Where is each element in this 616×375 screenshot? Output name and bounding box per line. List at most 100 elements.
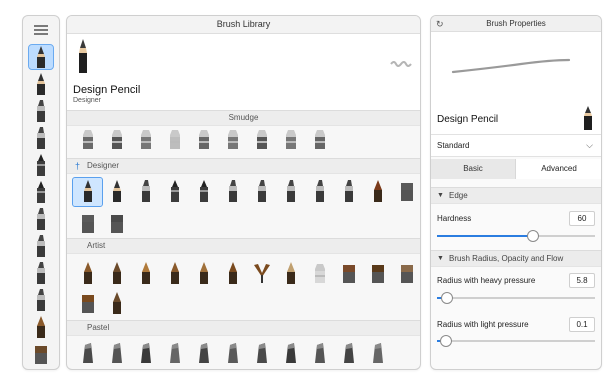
- brush-tile[interactable]: [160, 178, 189, 206]
- brush-tile[interactable]: [160, 126, 189, 154]
- section-header-pastel[interactable]: Pastel: [67, 320, 420, 336]
- brush-icon: [256, 180, 268, 204]
- section-label: Artist: [87, 241, 106, 250]
- brush-tile[interactable]: [218, 260, 247, 288]
- toolbar-brush-button[interactable]: [29, 207, 53, 231]
- brush-tile[interactable]: [102, 126, 131, 154]
- brush-tile[interactable]: [73, 126, 102, 154]
- brush-icon: [110, 213, 124, 235]
- brush-tile[interactable]: [73, 340, 102, 368]
- toolbar-brush-button[interactable]: [29, 153, 53, 177]
- brush-icon: [169, 262, 181, 286]
- heavy-pressure-slider[interactable]: [437, 292, 595, 304]
- brush-tile[interactable]: [276, 126, 305, 154]
- brush-tile[interactable]: [189, 260, 218, 288]
- tab-advanced[interactable]: Advanced: [515, 159, 601, 179]
- brush-tile[interactable]: [363, 178, 392, 206]
- toolbar-brush-button[interactable]: [29, 342, 53, 366]
- brush-tile[interactable]: [218, 340, 247, 368]
- brush-icon: [82, 343, 94, 365]
- toolbar-brush-button[interactable]: [29, 288, 53, 312]
- brush-tile[interactable]: [247, 126, 276, 154]
- pin-icon[interactable]: †: [75, 159, 80, 173]
- brush-tile[interactable]: [131, 260, 160, 288]
- slider-handle[interactable]: [526, 230, 539, 242]
- brush-tile[interactable]: [189, 126, 218, 154]
- edge-section-header[interactable]: ▼ Edge: [431, 187, 601, 204]
- heavy-pressure-label: Radius with heavy pressure: [437, 276, 536, 285]
- brush-tile[interactable]: [276, 178, 305, 206]
- toolbar-brush-button[interactable]: [29, 72, 53, 96]
- brush-tile[interactable]: [334, 340, 363, 368]
- brush-tile[interactable]: [392, 260, 420, 288]
- brush-tile[interactable]: [189, 178, 218, 206]
- radius-section-header[interactable]: ▼ Brush Radius, Opacity and Flow: [431, 250, 601, 267]
- brush-tile[interactable]: [102, 260, 131, 288]
- section-header-artist[interactable]: Artist: [67, 238, 420, 254]
- reset-icon[interactable]: ↻: [436, 17, 444, 32]
- brush-tile[interactable]: [247, 178, 276, 206]
- brush-tile[interactable]: [102, 210, 131, 238]
- brush-tile[interactable]: [72, 177, 103, 207]
- brush-toolbar: [22, 15, 60, 370]
- brush-tile[interactable]: [247, 340, 276, 368]
- tab-basic[interactable]: Basic: [431, 159, 515, 179]
- featured-brush[interactable]: Design Pencil Designer: [67, 34, 420, 110]
- stroke-preview: [451, 56, 571, 78]
- toolbar-brush-button[interactable]: [29, 180, 53, 204]
- brush-tile[interactable]: [247, 260, 276, 288]
- light-pressure-value[interactable]: 0.1: [569, 317, 595, 332]
- brush-icon: [82, 262, 94, 286]
- brush-tile[interactable]: [305, 178, 334, 206]
- brush-tile[interactable]: [73, 290, 102, 318]
- brush-tile[interactable]: [73, 260, 102, 288]
- hardness-slider[interactable]: [437, 230, 595, 242]
- brush-tile[interactable]: [160, 260, 189, 288]
- brush-tile[interactable]: [73, 210, 102, 238]
- brush-tile[interactable]: [189, 340, 218, 368]
- brush-icon: [256, 129, 268, 151]
- brush-tile[interactable]: [131, 178, 160, 206]
- brush-tile[interactable]: [218, 126, 247, 154]
- brush-tile[interactable]: [305, 126, 334, 154]
- hardness-value[interactable]: 60: [569, 211, 595, 226]
- brush-tile[interactable]: [305, 340, 334, 368]
- heavy-pressure-value[interactable]: 5.8: [569, 273, 595, 288]
- stroke-preview-icon: [390, 60, 412, 70]
- toolbar-brush-button[interactable]: [28, 44, 54, 70]
- section-label: Smudge: [228, 113, 259, 122]
- brush-tile[interactable]: [160, 340, 189, 368]
- triangle-down-icon: ▼: [437, 255, 444, 262]
- section-header-designer[interactable]: † Designer: [67, 158, 420, 174]
- brush-tile[interactable]: [305, 260, 334, 288]
- brush-tile[interactable]: [363, 340, 392, 368]
- brush-row-artist: [73, 290, 131, 318]
- brush-tile[interactable]: [131, 340, 160, 368]
- toolbar-brush-button[interactable]: [29, 126, 53, 150]
- brush-tile[interactable]: [334, 260, 363, 288]
- slider-handle[interactable]: [441, 292, 454, 304]
- brush-tile[interactable]: [334, 178, 363, 206]
- toolbar-brush-button[interactable]: [29, 99, 53, 123]
- brush-tile[interactable]: [102, 178, 131, 206]
- brush-icon: [198, 343, 210, 365]
- brush-tile[interactable]: [363, 260, 392, 288]
- brush-tile[interactable]: [218, 178, 247, 206]
- preset-dropdown[interactable]: Standard ⌵: [431, 135, 601, 157]
- brush-properties-panel: ↻ Brush Properties Design Pencil Standar…: [430, 15, 602, 370]
- brush-tile[interactable]: [276, 260, 305, 288]
- toolbar-brush-button[interactable]: [29, 261, 53, 285]
- toolbar-brush-button[interactable]: [29, 234, 53, 258]
- brush-tile[interactable]: [392, 178, 420, 206]
- slider-handle[interactable]: [439, 335, 452, 347]
- brush-tile[interactable]: [276, 340, 305, 368]
- brush-tile[interactable]: [102, 340, 131, 368]
- brush-icon: [111, 129, 123, 151]
- brush-tile[interactable]: [131, 126, 160, 154]
- light-pressure-slider[interactable]: [437, 335, 595, 347]
- toolbar-brush-button[interactable]: [29, 315, 53, 339]
- brush-preview: Design Pencil: [431, 32, 601, 135]
- brush-tile[interactable]: [102, 290, 131, 318]
- hamburger-icon[interactable]: [34, 25, 48, 37]
- section-header-smudge[interactable]: Smudge: [67, 110, 420, 126]
